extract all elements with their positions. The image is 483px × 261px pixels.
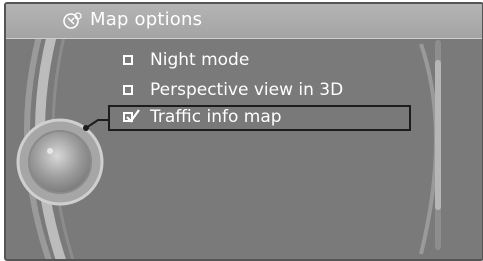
menu-item-label: Night mode bbox=[150, 50, 250, 70]
options-menu: Night mode Perspective view in 3D Traffi… bbox=[6, 4, 482, 259]
checkmark-icon bbox=[126, 109, 140, 123]
checkbox-unchecked-icon[interactable] bbox=[123, 55, 133, 65]
menu-item-perspective-3d[interactable]: Perspective view in 3D bbox=[108, 78, 411, 104]
menu-item-night-mode[interactable]: Night mode bbox=[108, 48, 411, 74]
menu-item-traffic-info-map[interactable]: Traffic info map bbox=[108, 105, 411, 131]
menu-item-label: Traffic info map bbox=[150, 107, 282, 127]
menu-item-label: Perspective view in 3D bbox=[150, 80, 344, 100]
checkbox-unchecked-icon[interactable] bbox=[123, 85, 133, 95]
scrollbar[interactable] bbox=[431, 40, 445, 250]
map-options-screen: Map options Night mode Perspective view … bbox=[4, 2, 483, 261]
